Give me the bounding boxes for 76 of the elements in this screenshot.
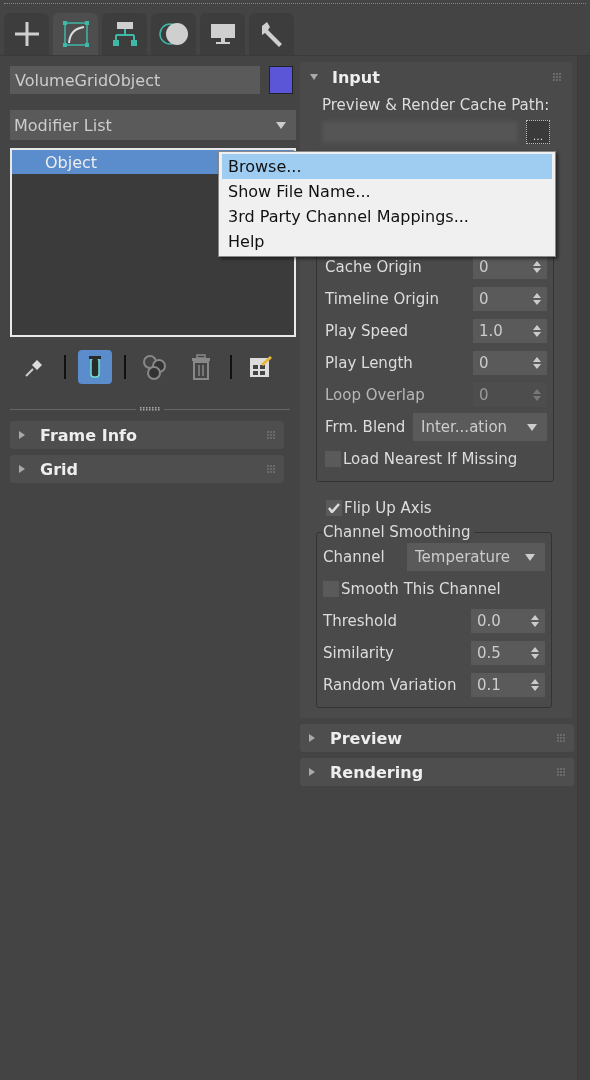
spinner-field[interactable]: 0 xyxy=(473,351,547,375)
collapsed-arrow-icon xyxy=(308,734,316,742)
collapsed-arrow-icon xyxy=(308,768,316,776)
circles-icon xyxy=(158,20,189,48)
spinner-arrows-icon xyxy=(533,293,541,305)
path-label: Preview & Render Cache Path: xyxy=(322,96,551,114)
collapsed-arrow-icon xyxy=(18,465,26,473)
name-field[interactable]: VolumeGridObject xyxy=(10,66,260,94)
field-label: Play Length xyxy=(325,354,413,372)
field-label: Play Speed xyxy=(325,322,409,340)
panel-tab[interactable] xyxy=(249,13,294,55)
field-label: Cache Origin xyxy=(325,258,422,276)
checkbox[interactable] xyxy=(326,500,342,516)
menu-item[interactable]: Show File Name... xyxy=(222,179,552,204)
panel-tab[interactable] xyxy=(4,13,49,55)
menu-item[interactable]: 3rd Party Channel Mappings... xyxy=(222,204,552,229)
field-label: Loop Overlap xyxy=(325,386,425,404)
spinner-arrows-icon xyxy=(531,615,539,627)
grip-icon xyxy=(267,430,276,440)
checkbox-label: Load Nearest If Missing xyxy=(343,450,518,468)
plus-icon xyxy=(12,20,41,48)
dropdown[interactable]: Temperature xyxy=(407,543,545,571)
resize-handle-icon[interactable] xyxy=(140,407,160,411)
field-label: Similarity xyxy=(323,644,394,662)
spinner-arrows-icon xyxy=(533,389,541,401)
field-label: Timeline Origin xyxy=(325,290,439,308)
panel-tab[interactable] xyxy=(151,13,196,55)
field-label: Threshold xyxy=(323,612,397,630)
dropdown[interactable]: Inter...ation xyxy=(413,413,547,441)
grip-icon xyxy=(267,464,276,474)
spinner-field[interactable]: 0 xyxy=(473,255,547,279)
curve-box-icon xyxy=(61,20,90,48)
spinner-arrows-icon xyxy=(531,647,539,659)
browse-button[interactable]: ... xyxy=(526,120,550,144)
grip-icon xyxy=(553,72,562,82)
grid-pencil-icon xyxy=(249,355,273,379)
spheres-icon xyxy=(142,354,168,380)
dropdown-arrow-icon xyxy=(525,553,535,561)
hierarchy-icon xyxy=(110,20,139,48)
dropdown-arrow-icon xyxy=(276,121,286,129)
spinner-field[interactable]: 0.5 xyxy=(471,641,545,665)
collapsed-arrow-icon xyxy=(18,431,26,439)
modifier-dropdown[interactable]: Modifier List xyxy=(10,110,296,140)
spinner-field[interactable]: 0 xyxy=(473,287,547,311)
spinner-field[interactable]: 1.0 xyxy=(473,319,547,343)
menu-item[interactable]: Help xyxy=(222,229,552,254)
spinner-arrows-icon xyxy=(533,325,541,337)
field-label: Frm. Blend xyxy=(325,418,406,436)
rollout-header[interactable]: Rendering xyxy=(300,758,574,786)
spinner-arrows-icon xyxy=(533,357,541,369)
checkbox-label: Flip Up Axis xyxy=(344,499,432,517)
group-title: Channel Smoothing xyxy=(323,523,475,541)
rollout-header[interactable]: Input xyxy=(300,66,572,88)
grip-icon xyxy=(557,733,566,743)
trash-icon xyxy=(191,354,211,380)
field-label: Channel xyxy=(323,548,385,566)
panel-tab[interactable] xyxy=(53,13,98,55)
panel-tab[interactable] xyxy=(102,13,147,55)
expanded-arrow-icon xyxy=(310,73,318,81)
dropdown-arrow-icon xyxy=(527,423,537,431)
spinner-arrows-icon xyxy=(533,261,541,273)
grip-icon xyxy=(557,767,566,777)
menu-item[interactable]: Browse... xyxy=(222,154,552,179)
spinner-field[interactable]: 0.0 xyxy=(471,609,545,633)
rollout-header[interactable]: Grid xyxy=(10,455,284,483)
toolbar-button[interactable] xyxy=(78,350,112,384)
rollout-header[interactable]: Frame Info xyxy=(10,421,284,449)
test-tube-icon xyxy=(88,355,102,379)
rollout-header[interactable]: Preview xyxy=(300,724,574,752)
panel-tab[interactable] xyxy=(200,13,245,55)
spinner-arrows-icon xyxy=(531,679,539,691)
checkbox-label: Smooth This Channel xyxy=(341,580,501,598)
spinner-field[interactable]: 0.1 xyxy=(471,673,545,697)
check-icon xyxy=(328,503,340,513)
field-label: Random Variation xyxy=(323,676,457,694)
color-swatch[interactable] xyxy=(269,66,293,94)
